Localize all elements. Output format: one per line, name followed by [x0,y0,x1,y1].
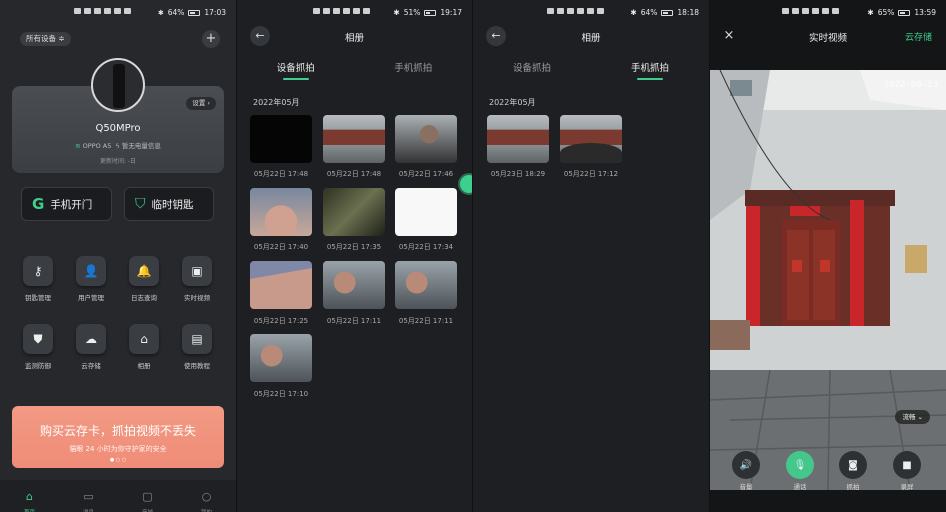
settings-chip[interactable]: 设置 › [186,97,216,110]
user-add-icon: 👤 [76,256,106,286]
camera-icon: ▣ [182,256,212,286]
wifi-icon: ≋ [75,142,81,150]
home-icon: ⌂ [26,490,33,503]
album-device-captures-screen: ✱ 51% 19:17 ← 相册 设备抓拍 手机抓拍 2022年05月 05月22日… [237,0,472,512]
snapshot-control[interactable]: ◙ 抓拍 [831,451,875,491]
status-bar: ✱ 65% 13:59 [710,0,946,26]
photo-time: 05月22日 17:11 [398,317,454,325]
month-header: 2022年05月 [253,98,300,107]
update-time: 更新时间: -日 [99,158,137,165]
status-bar: ✱ 64% 18:18 [473,0,709,26]
microphone-icon: 🎙 [786,451,814,479]
speaker-icon: 🔊 [732,451,760,479]
record-control[interactable]: ■ 录屏 [885,451,929,491]
cloud-storage-link[interactable]: 云存储 [905,30,932,43]
status-bar: ✱ 51% 19:17 [237,0,472,26]
grid-tutorial[interactable]: ▤ 使用教程 [175,324,219,370]
grid-key-management[interactable]: ⚷ 钥匙管理 [16,256,60,302]
grid-live-video[interactable]: ▣ 实时视频 [175,256,219,302]
photo-time: 05月22日 17:40 [253,243,309,251]
quality-dropdown[interactable]: 流畅 ⌄ [895,410,930,424]
tab-phone-captures[interactable]: 手机抓拍 [394,60,432,80]
photo-time: 05月22日 17:12 [563,170,619,178]
video-camera-icon: ■ [893,451,921,479]
photo-thumb[interactable] [487,115,549,163]
page-title: 相册 [581,33,601,44]
device-avatar [91,58,145,112]
album-phone-captures-screen: ✱ 64% 18:18 ← 相册 设备抓拍 手机抓拍 2022年05月 05月23日… [473,0,709,512]
camera-icon: ◙ [839,451,867,479]
shield-key-icon: ⛉ [135,196,146,212]
photo-time: 05月22日 17:34 [398,243,454,251]
photo-thumb[interactable] [323,115,385,163]
banner-title: 购买云存卡，抓拍视频不丢失 [39,424,196,438]
door-icon: G [32,195,45,213]
home-camera-icon: ⌂ [129,324,159,354]
shop-icon: ▢ [142,490,153,503]
photo-thumb[interactable] [395,188,457,236]
power-info: 暂无电量信息 [121,142,161,150]
photo-time: 05月23日 18:29 [490,170,546,178]
bell-icon: 🔔 [129,256,159,286]
photo-time: 05月22日 17:46 [398,170,454,178]
status-bar: ✱ 64% 17:03 [0,0,236,26]
live-video-feed[interactable]: 2022-06-23 流畅 ⌄ [710,70,946,490]
nav-messages[interactable]: ▭消息 [83,480,94,512]
nav-home[interactable]: ⌂首页 [24,480,35,512]
phone-model: OPPO A5 [82,142,112,150]
nav-mall[interactable]: ▢商城 [142,480,153,512]
cloud-icon: ☁ [76,324,106,354]
photo-thumb[interactable] [395,261,457,309]
add-device-button[interactable]: + [202,30,220,48]
photo-time: 05月22日 17:48 [253,170,309,178]
live-video-screen: ✱ 65% 13:59 × 实时视频 云存储 2022-06-23 流畅 ⌄ 🔊… [710,0,946,512]
photo-thumb[interactable] [323,261,385,309]
volume-control[interactable]: 🔊 音量 [724,451,768,491]
nav-mine[interactable]: ○我的 [201,480,212,512]
photo-thumb[interactable] [250,261,312,309]
photo-thumb[interactable] [250,334,312,382]
grid-album[interactable]: ⌂ 相册 [122,324,166,370]
photo-time: 05月22日 17:25 [253,317,309,325]
device-home-screen: ✱ 64% 17:03 所有设备 ≑ + 设置 › Q50MPro ≋ OPPO A… [0,0,236,512]
photo-thumb[interactable] [250,188,312,236]
photo-thumb[interactable] [395,115,457,163]
photo-thumb[interactable] [323,188,385,236]
phone-open-door-button[interactable]: G 手机开门 [21,187,112,221]
message-icon: ▭ [83,490,94,503]
tab-phone-captures[interactable]: 手机抓拍 [631,60,669,80]
video-timestamp: 2022-06-23 [883,80,938,90]
floating-assist-button[interactable] [458,173,472,195]
grid-cloud-storage[interactable]: ☁ 云存储 [69,324,113,370]
photo-time: 05月22日 17:11 [326,317,382,325]
grid-log-query[interactable]: 🔔 日志查询 [122,256,166,302]
tab-device-captures[interactable]: 设备抓拍 [277,60,315,80]
device-selector[interactable]: 所有设备 ≑ [20,32,71,46]
photo-time: 05月22日 17:10 [253,390,309,398]
photo-thumb[interactable] [560,115,622,163]
key-icon: ⚷ [23,256,53,286]
cloud-card-banner[interactable]: 购买云存卡，抓拍视频不丢失 猫眼 24 小时为你守护家的安全 ● ○ ○ [12,406,224,468]
temp-key-button[interactable]: ⛉ 临时钥匙 [124,187,214,221]
talk-control[interactable]: 🎙 通话 [778,451,822,491]
grid-user-management[interactable]: 👤 用户管理 [69,256,113,302]
bottom-nav: ⌂首页 ▭消息 ▢商城 ○我的 [0,480,236,512]
person-icon: ○ [201,490,212,503]
grid-monitor-defense[interactable]: ⛊ 监测防御 [16,324,60,370]
page-title: 相册 [344,33,364,44]
photo-time: 05月22日 17:48 [326,170,382,178]
bolt-icon: ϟ [115,142,120,150]
camera-scene [710,70,946,490]
month-header: 2022年05月 [489,98,536,107]
banner-subtitle: 猫眼 24 小时为你守护家的安全 [69,445,167,453]
photo-time: 05月22日 17:35 [326,243,382,251]
book-icon: ▤ [182,324,212,354]
device-name: Q50MPro [95,123,141,134]
tab-device-captures[interactable]: 设备抓拍 [513,60,551,80]
photo-thumb[interactable] [250,115,312,163]
shield-icon: ⛊ [23,324,53,354]
